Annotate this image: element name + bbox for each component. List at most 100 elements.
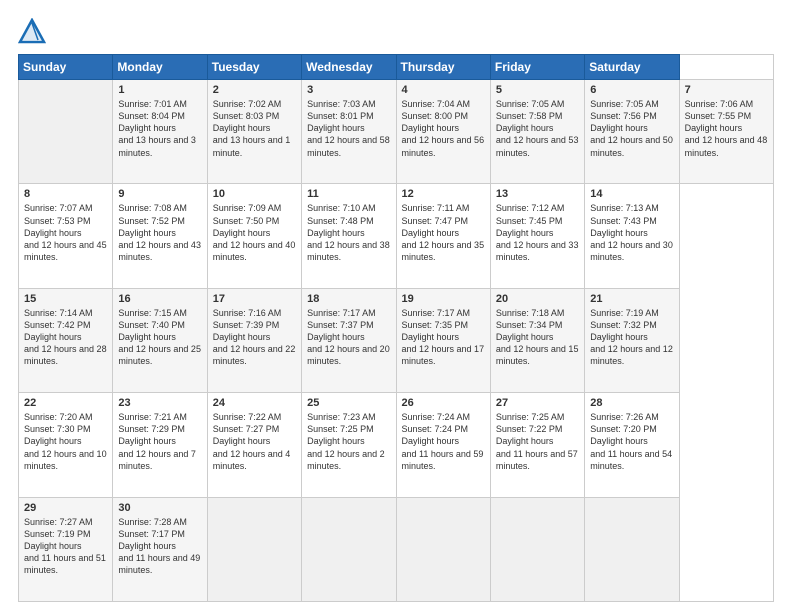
cell-content: Sunrise: 7:05 AM Sunset: 7:56 PM Dayligh… <box>590 98 673 159</box>
calendar-cell: 20 Sunrise: 7:18 AM Sunset: 7:34 PM Dayl… <box>490 288 584 392</box>
cell-content: Sunrise: 7:11 AM Sunset: 7:47 PM Dayligh… <box>402 202 485 263</box>
calendar-header-tuesday: Tuesday <box>207 55 301 80</box>
day-number: 23 <box>118 397 201 409</box>
cell-content: Sunrise: 7:18 AM Sunset: 7:34 PM Dayligh… <box>496 307 579 368</box>
calendar-cell: 24 Sunrise: 7:22 AM Sunset: 7:27 PM Dayl… <box>207 393 301 497</box>
cell-content: Sunrise: 7:28 AM Sunset: 7:17 PM Dayligh… <box>118 516 201 577</box>
calendar-cell <box>585 497 679 601</box>
day-number: 27 <box>496 397 579 409</box>
day-number: 11 <box>307 188 390 200</box>
calendar-cell: 9 Sunrise: 7:08 AM Sunset: 7:52 PM Dayli… <box>113 184 207 288</box>
calendar-cell <box>19 80 113 184</box>
calendar-cell: 21 Sunrise: 7:19 AM Sunset: 7:32 PM Dayl… <box>585 288 679 392</box>
cell-content: Sunrise: 7:01 AM Sunset: 8:04 PM Dayligh… <box>118 98 201 159</box>
cell-content: Sunrise: 7:25 AM Sunset: 7:22 PM Dayligh… <box>496 411 579 472</box>
calendar-cell: 12 Sunrise: 7:11 AM Sunset: 7:47 PM Dayl… <box>396 184 490 288</box>
calendar-cell: 1 Sunrise: 7:01 AM Sunset: 8:04 PM Dayli… <box>113 80 207 184</box>
calendar-week-5: 29 Sunrise: 7:27 AM Sunset: 7:19 PM Dayl… <box>19 497 774 601</box>
day-number: 4 <box>402 84 485 96</box>
day-number: 26 <box>402 397 485 409</box>
calendar-cell: 5 Sunrise: 7:05 AM Sunset: 7:58 PM Dayli… <box>490 80 584 184</box>
cell-content: Sunrise: 7:15 AM Sunset: 7:40 PM Dayligh… <box>118 307 201 368</box>
header <box>18 18 774 46</box>
cell-content: Sunrise: 7:21 AM Sunset: 7:29 PM Dayligh… <box>118 411 201 472</box>
calendar-body: 1 Sunrise: 7:01 AM Sunset: 8:04 PM Dayli… <box>19 80 774 602</box>
day-number: 17 <box>213 293 296 305</box>
cell-content: Sunrise: 7:19 AM Sunset: 7:32 PM Dayligh… <box>590 307 673 368</box>
logo <box>18 18 50 46</box>
cell-content: Sunrise: 7:10 AM Sunset: 7:48 PM Dayligh… <box>307 202 390 263</box>
calendar-cell: 8 Sunrise: 7:07 AM Sunset: 7:53 PM Dayli… <box>19 184 113 288</box>
cell-content: Sunrise: 7:27 AM Sunset: 7:19 PM Dayligh… <box>24 516 107 577</box>
day-number: 3 <box>307 84 390 96</box>
calendar-table: SundayMondayTuesdayWednesdayThursdayFrid… <box>18 54 774 602</box>
day-number: 20 <box>496 293 579 305</box>
day-number: 22 <box>24 397 107 409</box>
day-number: 14 <box>590 188 673 200</box>
calendar-cell: 25 Sunrise: 7:23 AM Sunset: 7:25 PM Dayl… <box>302 393 396 497</box>
cell-content: Sunrise: 7:03 AM Sunset: 8:01 PM Dayligh… <box>307 98 390 159</box>
calendar-cell: 13 Sunrise: 7:12 AM Sunset: 7:45 PM Dayl… <box>490 184 584 288</box>
day-number: 7 <box>685 84 768 96</box>
cell-content: Sunrise: 7:13 AM Sunset: 7:43 PM Dayligh… <box>590 202 673 263</box>
cell-content: Sunrise: 7:05 AM Sunset: 7:58 PM Dayligh… <box>496 98 579 159</box>
calendar-week-2: 8 Sunrise: 7:07 AM Sunset: 7:53 PM Dayli… <box>19 184 774 288</box>
day-number: 30 <box>118 502 201 514</box>
calendar-cell: 10 Sunrise: 7:09 AM Sunset: 7:50 PM Dayl… <box>207 184 301 288</box>
calendar-week-3: 15 Sunrise: 7:14 AM Sunset: 7:42 PM Dayl… <box>19 288 774 392</box>
calendar-cell: 4 Sunrise: 7:04 AM Sunset: 8:00 PM Dayli… <box>396 80 490 184</box>
day-number: 15 <box>24 293 107 305</box>
calendar-header-saturday: Saturday <box>585 55 679 80</box>
calendar-cell <box>302 497 396 601</box>
day-number: 21 <box>590 293 673 305</box>
day-number: 16 <box>118 293 201 305</box>
day-number: 1 <box>118 84 201 96</box>
day-number: 25 <box>307 397 390 409</box>
calendar-cell: 11 Sunrise: 7:10 AM Sunset: 7:48 PM Dayl… <box>302 184 396 288</box>
cell-content: Sunrise: 7:14 AM Sunset: 7:42 PM Dayligh… <box>24 307 107 368</box>
day-number: 19 <box>402 293 485 305</box>
calendar-cell: 23 Sunrise: 7:21 AM Sunset: 7:29 PM Dayl… <box>113 393 207 497</box>
calendar-cell: 2 Sunrise: 7:02 AM Sunset: 8:03 PM Dayli… <box>207 80 301 184</box>
calendar-cell: 17 Sunrise: 7:16 AM Sunset: 7:39 PM Dayl… <box>207 288 301 392</box>
calendar-header-wednesday: Wednesday <box>302 55 396 80</box>
calendar-cell: 28 Sunrise: 7:26 AM Sunset: 7:20 PM Dayl… <box>585 393 679 497</box>
calendar-cell <box>490 497 584 601</box>
calendar-cell: 14 Sunrise: 7:13 AM Sunset: 7:43 PM Dayl… <box>585 184 679 288</box>
cell-content: Sunrise: 7:08 AM Sunset: 7:52 PM Dayligh… <box>118 202 201 263</box>
calendar-cell: 22 Sunrise: 7:20 AM Sunset: 7:30 PM Dayl… <box>19 393 113 497</box>
day-number: 13 <box>496 188 579 200</box>
day-number: 5 <box>496 84 579 96</box>
cell-content: Sunrise: 7:26 AM Sunset: 7:20 PM Dayligh… <box>590 411 673 472</box>
cell-content: Sunrise: 7:09 AM Sunset: 7:50 PM Dayligh… <box>213 202 296 263</box>
cell-content: Sunrise: 7:24 AM Sunset: 7:24 PM Dayligh… <box>402 411 485 472</box>
page: SundayMondayTuesdayWednesdayThursdayFrid… <box>0 0 792 612</box>
day-number: 9 <box>118 188 201 200</box>
calendar-header-sunday: Sunday <box>19 55 113 80</box>
calendar-cell: 30 Sunrise: 7:28 AM Sunset: 7:17 PM Dayl… <box>113 497 207 601</box>
day-number: 18 <box>307 293 390 305</box>
cell-content: Sunrise: 7:17 AM Sunset: 7:35 PM Dayligh… <box>402 307 485 368</box>
day-number: 6 <box>590 84 673 96</box>
calendar-header-row: SundayMondayTuesdayWednesdayThursdayFrid… <box>19 55 774 80</box>
cell-content: Sunrise: 7:02 AM Sunset: 8:03 PM Dayligh… <box>213 98 296 159</box>
calendar-header-monday: Monday <box>113 55 207 80</box>
cell-content: Sunrise: 7:04 AM Sunset: 8:00 PM Dayligh… <box>402 98 485 159</box>
calendar-header-thursday: Thursday <box>396 55 490 80</box>
cell-content: Sunrise: 7:22 AM Sunset: 7:27 PM Dayligh… <box>213 411 296 472</box>
calendar-cell: 3 Sunrise: 7:03 AM Sunset: 8:01 PM Dayli… <box>302 80 396 184</box>
calendar-header-friday: Friday <box>490 55 584 80</box>
day-number: 10 <box>213 188 296 200</box>
calendar-cell: 7 Sunrise: 7:06 AM Sunset: 7:55 PM Dayli… <box>679 80 773 184</box>
calendar-cell: 18 Sunrise: 7:17 AM Sunset: 7:37 PM Dayl… <box>302 288 396 392</box>
calendar-cell: 27 Sunrise: 7:25 AM Sunset: 7:22 PM Dayl… <box>490 393 584 497</box>
calendar-cell <box>207 497 301 601</box>
calendar-cell: 29 Sunrise: 7:27 AM Sunset: 7:19 PM Dayl… <box>19 497 113 601</box>
calendar-cell: 19 Sunrise: 7:17 AM Sunset: 7:35 PM Dayl… <box>396 288 490 392</box>
cell-content: Sunrise: 7:20 AM Sunset: 7:30 PM Dayligh… <box>24 411 107 472</box>
calendar-cell <box>396 497 490 601</box>
day-number: 28 <box>590 397 673 409</box>
day-number: 2 <box>213 84 296 96</box>
calendar-cell: 16 Sunrise: 7:15 AM Sunset: 7:40 PM Dayl… <box>113 288 207 392</box>
cell-content: Sunrise: 7:07 AM Sunset: 7:53 PM Dayligh… <box>24 202 107 263</box>
